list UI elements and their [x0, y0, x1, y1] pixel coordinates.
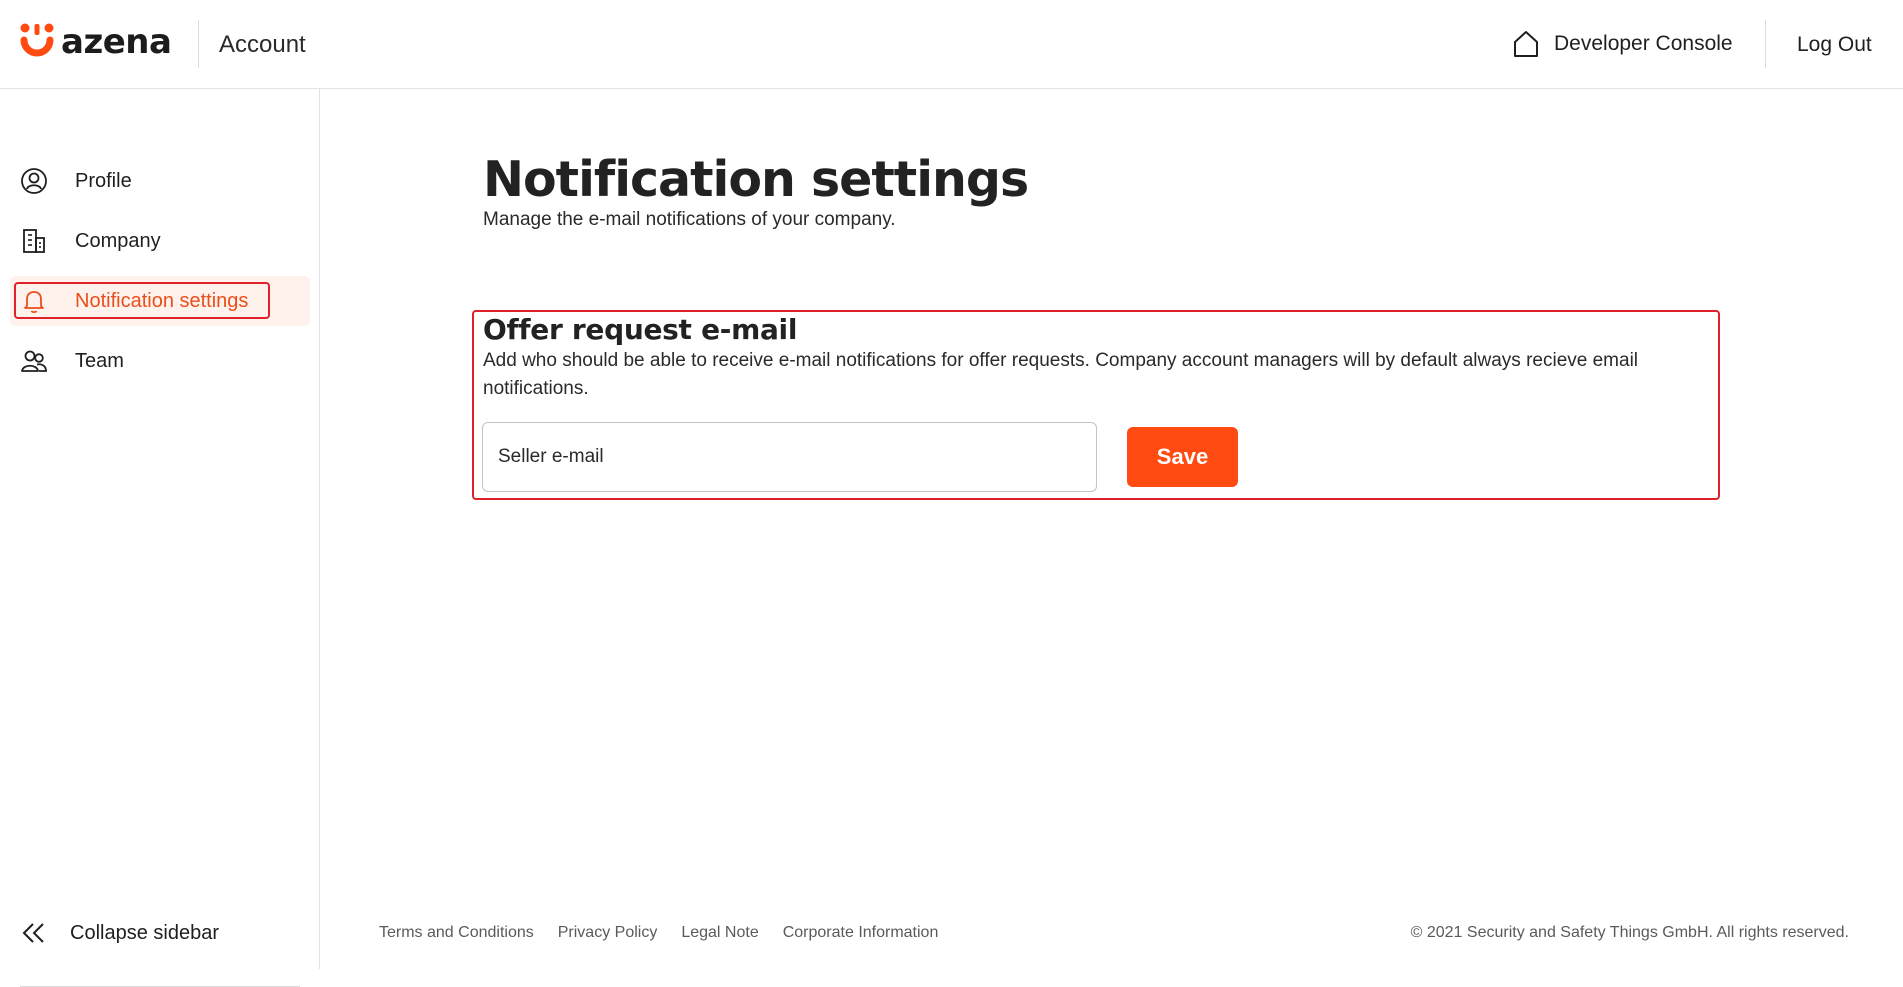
bell-icon: [20, 287, 48, 315]
footer-link-privacy[interactable]: Privacy Policy: [558, 924, 658, 942]
sidebar-item-notification-settings[interactable]: Notification settings: [10, 276, 310, 326]
sidebar: Profile Company Notification settings Te…: [0, 89, 320, 987]
developer-console-label: Developer Console: [1554, 32, 1733, 55]
azena-logo[interactable]: azena: [19, 22, 172, 62]
footer-links: Terms and Conditions Privacy Policy Lega…: [379, 924, 962, 942]
sidebar-item-label: Notification settings: [75, 289, 249, 312]
seller-email-input[interactable]: [482, 422, 1097, 492]
top-header: azena Account Developer Console Log Out: [0, 0, 1903, 89]
footer-link-terms[interactable]: Terms and Conditions: [379, 924, 534, 942]
sidebar-item-label: Profile: [75, 169, 132, 192]
sidebar-item-team[interactable]: Team: [10, 336, 310, 386]
header-divider: [198, 20, 199, 68]
copyright-text: © 2021 Security and Safety Things GmbH. …: [1410, 924, 1849, 941]
section-description: Add who should be able to receive e-mail…: [483, 350, 1639, 399]
page-subtitle: Manage the e-mail notifications of your …: [483, 209, 896, 230]
home-icon: [1514, 31, 1538, 57]
building-icon: [20, 227, 48, 255]
section-title: Offer request e-mail: [483, 313, 798, 346]
sidebar-item-label: Team: [75, 349, 124, 372]
brand-name: azena: [61, 22, 172, 62]
header-divider: [1765, 20, 1766, 68]
team-icon: [20, 347, 48, 375]
page-title: Notification settings: [483, 151, 1029, 208]
app-title: Account: [219, 31, 306, 58]
double-chevron-left-icon: [22, 923, 44, 943]
collapse-sidebar-label: Collapse sidebar: [70, 921, 219, 944]
sidebar-item-profile[interactable]: Profile: [10, 156, 310, 206]
developer-console-link[interactable]: Developer Console: [1512, 26, 1733, 62]
save-button[interactable]: Save: [1127, 427, 1238, 487]
sidebar-item-company[interactable]: Company: [10, 216, 310, 266]
azena-logo-icon: [20, 23, 54, 57]
logout-button[interactable]: Log Out: [1797, 30, 1872, 60]
user-circle-icon: [20, 167, 48, 195]
footer-link-legal-note[interactable]: Legal Note: [681, 924, 758, 942]
footer-link-corporate-info[interactable]: Corporate Information: [783, 924, 939, 942]
collapse-sidebar-button[interactable]: Collapse sidebar: [20, 916, 219, 950]
sidebar-item-label: Company: [75, 229, 161, 252]
